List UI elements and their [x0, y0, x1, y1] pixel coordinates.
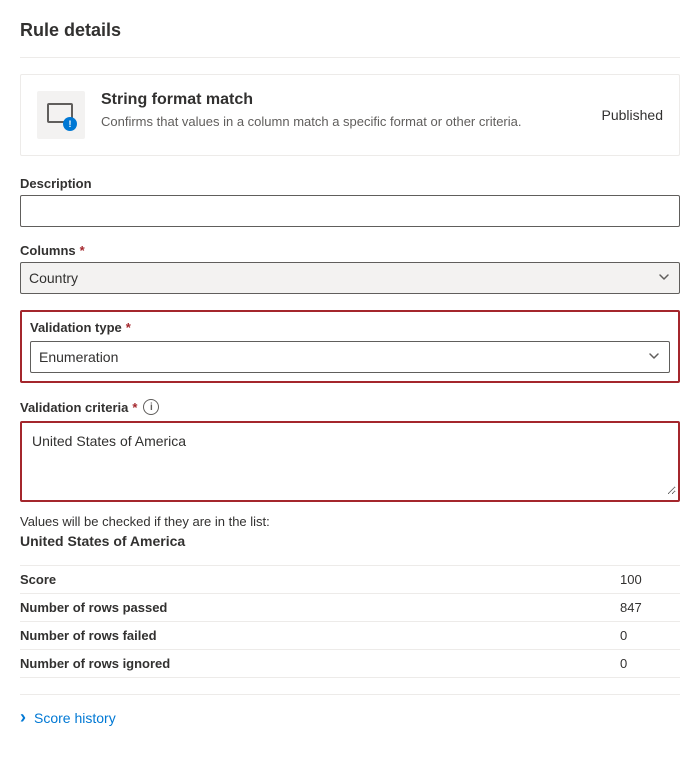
stats-value-rows-failed: 0	[620, 628, 680, 643]
score-history-label: Score history	[34, 710, 116, 726]
validation-criteria-box: United States of America	[20, 421, 680, 502]
description-input[interactable]	[20, 195, 680, 227]
table-row: Number of rows failed 0	[20, 622, 680, 650]
validation-type-required-star: *	[126, 320, 131, 335]
rule-status: Published	[602, 107, 664, 123]
validation-type-select[interactable]: Enumeration	[30, 341, 670, 373]
stats-value-rows-passed: 847	[620, 600, 680, 615]
validation-type-label: Validation type *	[30, 320, 670, 335]
columns-select[interactable]: Country	[20, 262, 680, 294]
rule-description: Confirms that values in a column match a…	[101, 113, 586, 131]
table-row: Number of rows ignored 0	[20, 650, 680, 678]
stats-label-score: Score	[20, 572, 620, 587]
validation-criteria-info-icon: i	[143, 399, 159, 415]
title-divider	[20, 57, 680, 58]
rule-icon-inner: !	[45, 99, 77, 131]
rule-icon-badge: !	[63, 117, 77, 131]
validation-type-group: Validation type * Enumeration	[20, 310, 680, 383]
description-label: Description	[20, 176, 680, 191]
columns-required-star: *	[80, 243, 85, 258]
columns-label: Columns *	[20, 243, 680, 258]
columns-field-group: Columns * Country	[20, 243, 680, 294]
rule-title: String format match	[101, 91, 586, 109]
validation-criteria-group: Validation criteria * i United States of…	[20, 399, 680, 502]
validation-criteria-required-star: *	[132, 400, 137, 415]
stats-label-rows-ignored: Number of rows ignored	[20, 656, 620, 671]
validation-criteria-textarea[interactable]: United States of America	[24, 425, 676, 495]
columns-select-wrapper: Country	[20, 262, 680, 294]
stats-label-rows-passed: Number of rows passed	[20, 600, 620, 615]
stats-value-rows-ignored: 0	[620, 656, 680, 671]
score-history-chevron-icon: ›	[20, 707, 26, 728]
validation-type-select-wrapper: Enumeration	[30, 341, 670, 373]
score-history-row[interactable]: › Score history	[20, 694, 680, 740]
validation-criteria-label: Validation criteria *	[20, 400, 137, 415]
rule-card: ! String format match Confirms that valu…	[20, 74, 680, 156]
criteria-label-row: Validation criteria * i	[20, 399, 680, 415]
rule-info: String format match Confirms that values…	[101, 91, 586, 131]
check-info-text: Values will be checked if they are in th…	[20, 514, 680, 529]
check-info-value: United States of America	[20, 533, 680, 549]
description-field-group: Description	[20, 176, 680, 227]
table-row: Score 100	[20, 565, 680, 594]
stats-value-score: 100	[620, 572, 680, 587]
stats-table: Score 100 Number of rows passed 847 Numb…	[20, 565, 680, 678]
rule-icon-box: !	[37, 91, 85, 139]
page-title: Rule details	[20, 20, 680, 41]
table-row: Number of rows passed 847	[20, 594, 680, 622]
stats-label-rows-failed: Number of rows failed	[20, 628, 620, 643]
